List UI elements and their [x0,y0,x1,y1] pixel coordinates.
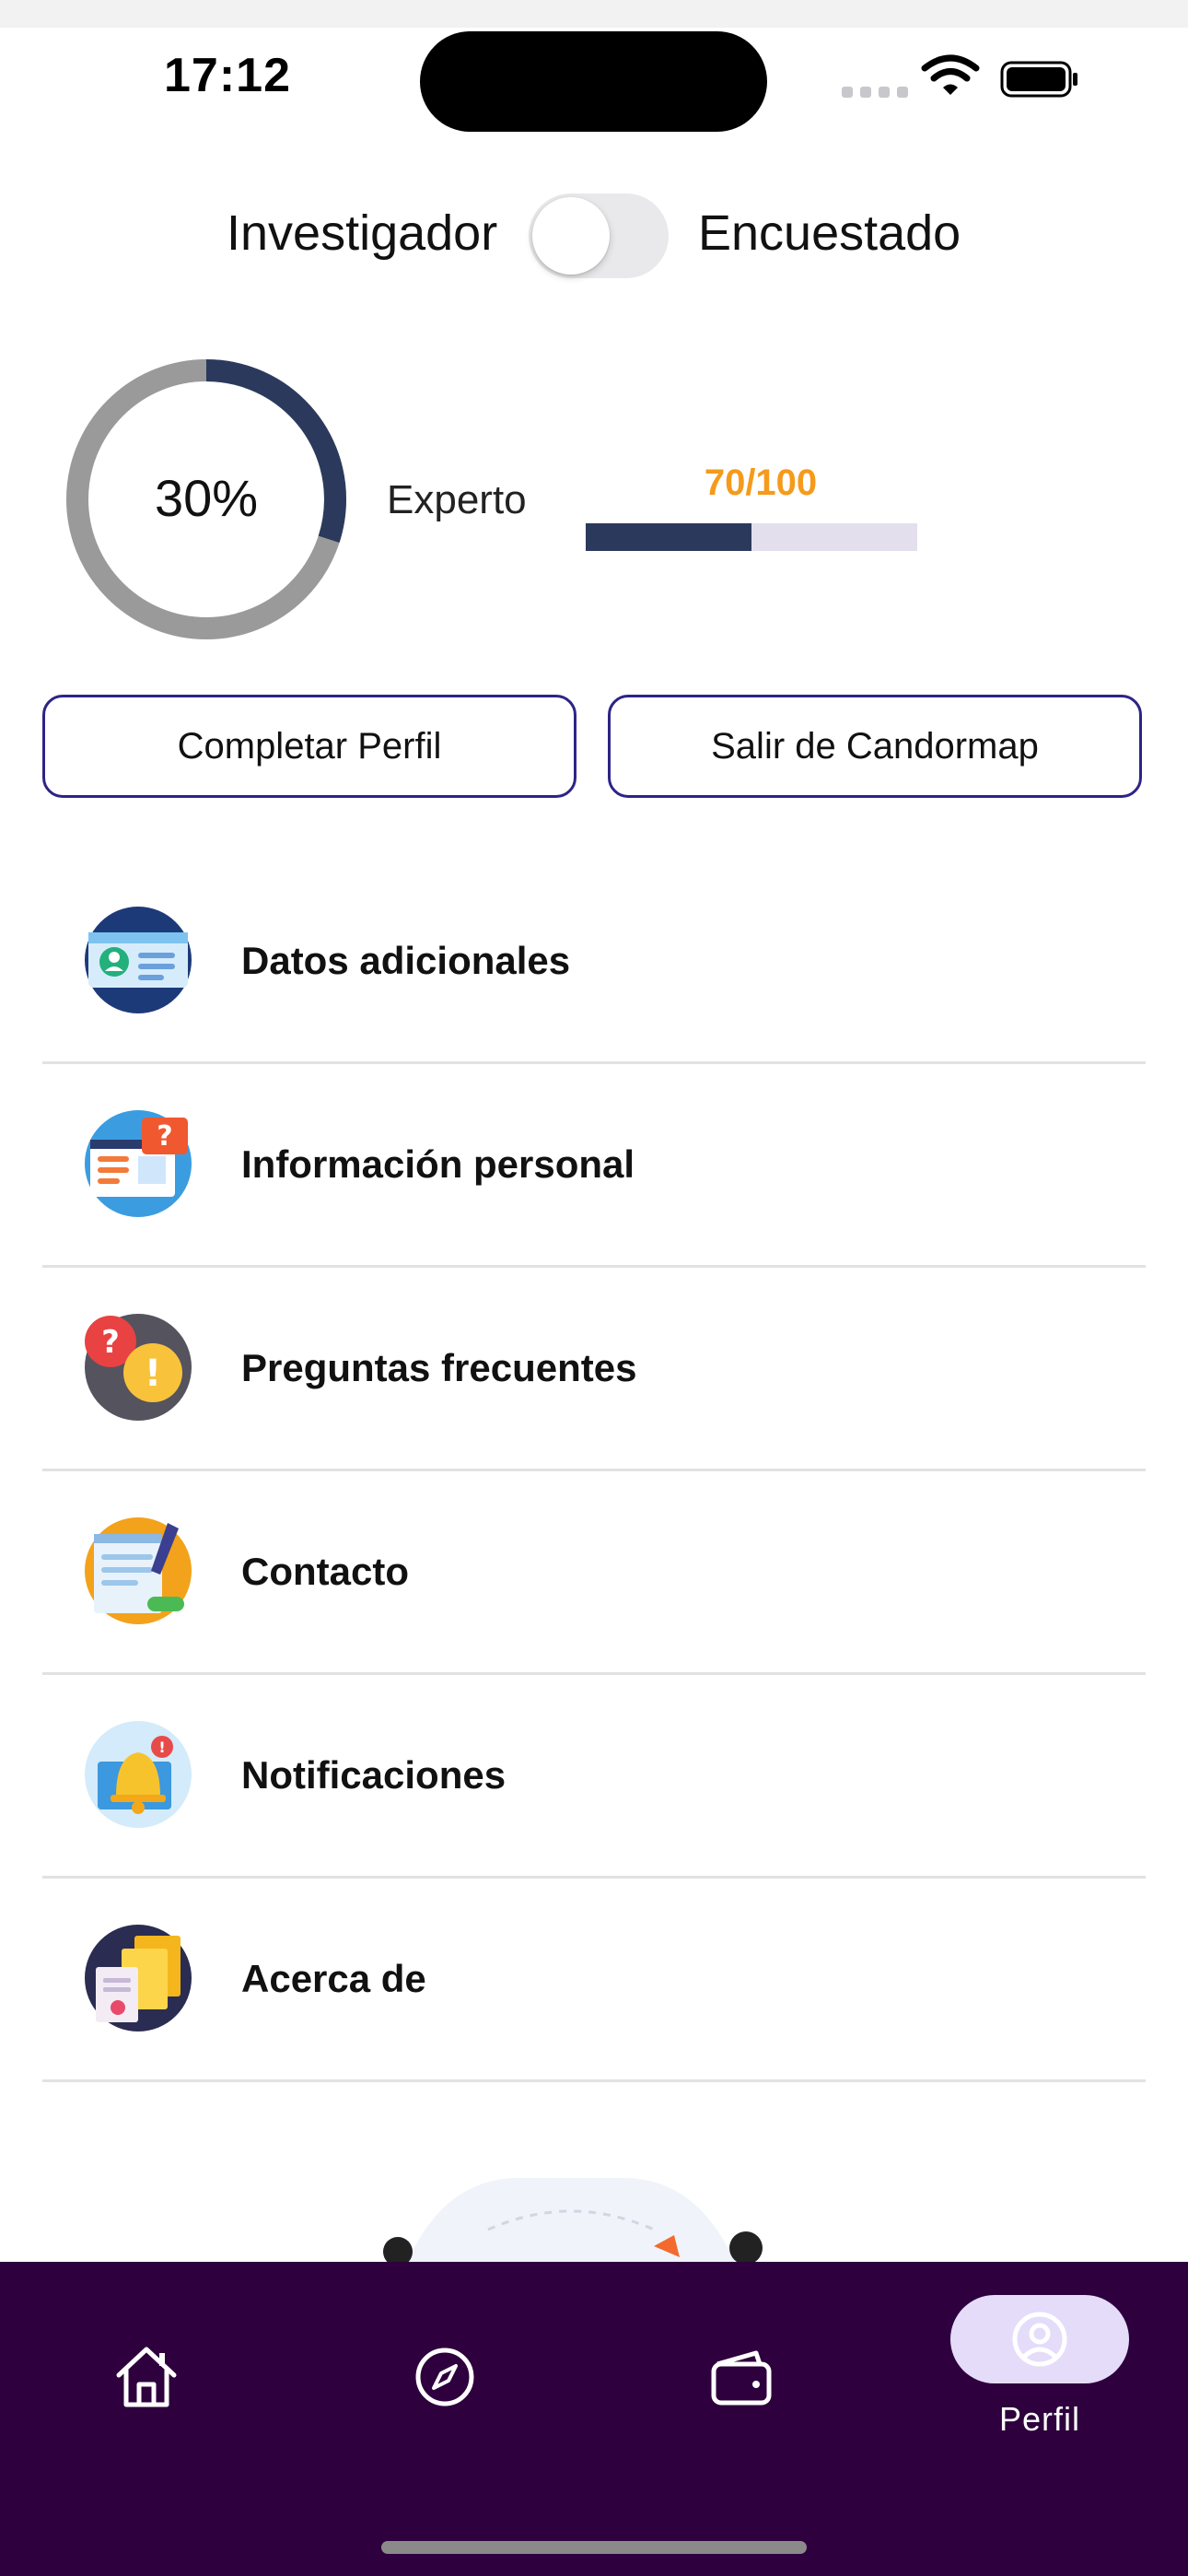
complete-profile-button[interactable]: Completar Perfil [42,695,577,798]
id-card-icon [85,907,192,1013]
role-encuestado-label: Encuestado [698,205,961,261]
battery-icon [1000,61,1077,98]
personal-info-icon: ? [85,1110,192,1217]
home-icon [116,2347,177,2407]
nav-profile-label: Perfil [998,2400,1081,2438]
menu-item-label: Contacto [241,1550,409,1593]
bell-icon: ! [85,1721,192,1828]
score-text: 70/100 [704,463,818,503]
svg-text:?: ? [101,1324,120,1361]
svg-text:!: ! [145,1352,161,1395]
completion-percentage: 30% [154,469,259,527]
toggle-knob [532,197,610,275]
menu-item-informacion-personal[interactable]: ? Información personal [42,1064,1146,1268]
menu-item-datos-adicionales[interactable]: Datos adicionales [42,861,1146,1064]
menu-item-label: Datos adicionales [241,939,571,982]
wifi-icon [921,54,980,95]
footer-illustration [383,2178,763,2266]
svg-text:?: ? [157,1120,172,1153]
menu-item-label: Acerca de [241,1957,426,2000]
profile-icon [1012,2312,1067,2367]
level-label: Experto [387,477,527,522]
menu-item-contacto[interactable]: Contacto [42,1471,1146,1675]
menu-item-acerca-de[interactable]: Acerca de [42,1879,1146,2082]
faq-icon: ? ! [85,1314,192,1421]
profile-menu-list: Datos adicionales ? Información personal… [42,861,1146,2082]
cellular-signal-icon [842,87,908,98]
documents-icon [85,1925,192,2032]
role-toggle-switch[interactable] [529,193,669,278]
menu-item-notificaciones[interactable]: ! Notificaciones [42,1675,1146,1879]
nav-profile-button[interactable] [950,2295,1129,2383]
bottom-nav-bar: Perfil [0,2262,1188,2576]
menu-item-label: Notificaciones [241,1753,507,1797]
top-strip [0,0,1188,28]
nav-explore-button[interactable] [394,2326,495,2428]
menu-item-label: Información personal [241,1142,635,1186]
nav-wallet-button[interactable] [691,2326,792,2428]
contact-form-icon [85,1517,192,1624]
role-investigador-label: Investigador [227,205,498,261]
status-time: 17:12 [164,49,291,102]
dynamic-island [420,31,767,132]
wallet-icon [711,2350,772,2406]
exit-candormap-button[interactable]: Salir de Candormap [608,695,1142,798]
svg-text:!: ! [158,1739,165,1756]
menu-item-preguntas-frecuentes[interactable]: ? ! Preguntas frecuentes [42,1268,1146,1471]
score-progress-bar [586,523,917,551]
score-progress-fill [586,523,751,551]
compass-icon [415,2348,474,2406]
nav-home-button[interactable] [96,2326,197,2428]
menu-item-label: Preguntas frecuentes [241,1346,637,1389]
home-indicator [381,2541,807,2554]
